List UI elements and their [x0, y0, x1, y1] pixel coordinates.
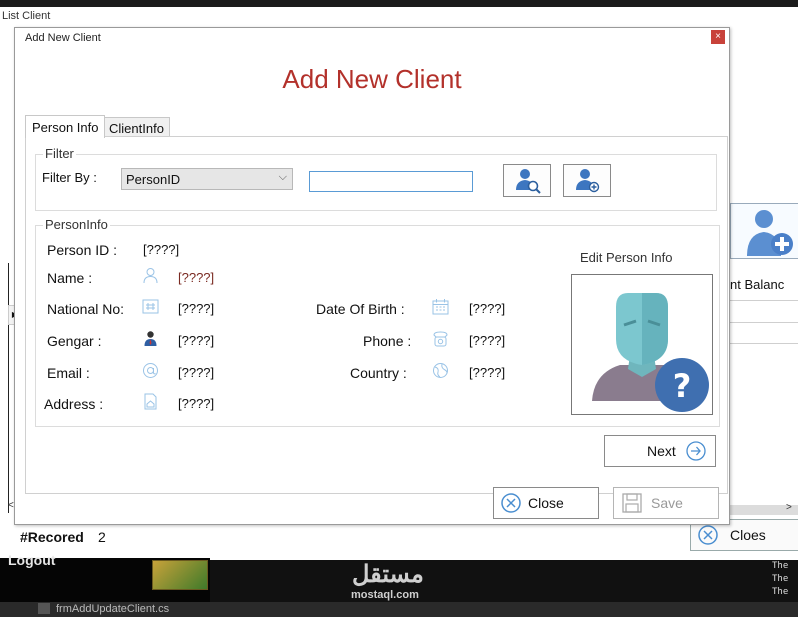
list-row-divider — [726, 343, 798, 344]
console-line: The — [772, 574, 789, 584]
logout-link[interactable]: Logout — [8, 552, 55, 568]
arrow-right-circle-icon — [686, 441, 706, 461]
svg-text:?: ? — [673, 367, 692, 405]
person-info-group: PersonInfo Person ID : [????] Name : [??… — [35, 217, 720, 427]
filter-group: Filter Filter By : PersonID ⌵ — [35, 146, 717, 211]
unknown-person-icon: ? — [592, 293, 709, 412]
name-value: [????] — [178, 270, 215, 285]
filter-by-selected: PersonID — [126, 172, 181, 187]
person-info-tab-panel: Filter Filter By : PersonID ⌵ PersonInfo… — [25, 136, 728, 494]
person-outline-icon — [143, 268, 158, 284]
calendar-icon — [432, 299, 449, 315]
tab-client-info[interactable]: ClientInfo — [104, 117, 170, 138]
watermark-latin: mostaql.com — [351, 589, 419, 601]
floppy-disk-icon — [622, 493, 642, 513]
address-home-icon — [144, 393, 157, 410]
watermark-arabic: مستقل — [352, 561, 424, 588]
globe-icon — [433, 363, 448, 378]
id-card-icon — [142, 299, 159, 314]
person-info-group-title: PersonInfo — [43, 217, 110, 232]
close-circle-icon — [698, 525, 718, 545]
phone-icon — [433, 331, 448, 347]
next-button[interactable]: Next — [604, 435, 716, 467]
name-label: Name : — [47, 270, 93, 286]
add-person-icon — [747, 210, 793, 256]
find-person-icon — [516, 169, 541, 194]
record-count-label: #Recored — [20, 529, 84, 545]
console-line: The — [772, 561, 789, 571]
list-row-divider — [726, 322, 798, 323]
at-sign-icon — [143, 363, 158, 378]
save-button[interactable]: Save — [613, 487, 719, 519]
tab-person-info-label: Person Info — [32, 120, 99, 135]
add-person-icon — [576, 169, 600, 193]
scroll-left-arrow-icon[interactable]: < — [8, 500, 14, 511]
list-close-label: Cloes — [730, 527, 766, 543]
man-icon — [144, 331, 157, 346]
phone-label: Phone : — [363, 333, 412, 349]
person-photo: ? — [571, 274, 713, 415]
ide-top-bar — [0, 0, 798, 7]
close-button-label: Close — [528, 495, 564, 511]
email-label: Email : — [47, 365, 90, 381]
edit-person-info-link[interactable]: Edit Person Info — [580, 250, 673, 265]
list-grid-border — [8, 263, 9, 513]
person-id-label: Person ID : — [47, 242, 118, 258]
close-button[interactable]: Close — [493, 487, 599, 519]
find-person-button[interactable] — [503, 164, 551, 197]
add-person-button[interactable] — [563, 164, 611, 197]
dob-value: [????] — [469, 301, 506, 316]
address-value: [????] — [178, 396, 215, 411]
dialog-window-title: Add New Client — [25, 32, 101, 44]
person-id-value: [????] — [143, 242, 180, 257]
tab-person-info[interactable]: Person Info — [25, 115, 105, 138]
dialog-close-icon[interactable]: × — [711, 30, 725, 44]
country-value: [????] — [469, 365, 506, 380]
filter-group-title: Filter — [43, 146, 76, 161]
page-title: Add New Client — [282, 64, 462, 94]
app-thumbnail — [152, 560, 208, 590]
national-no-value: [????] — [178, 301, 215, 316]
phone-value: [????] — [469, 333, 506, 348]
country-label: Country : — [350, 365, 407, 381]
next-button-label: Next — [647, 443, 676, 459]
national-no-label: National No: — [47, 301, 125, 317]
email-value: [????] — [178, 365, 215, 380]
console-line: The — [772, 587, 789, 597]
address-label: Address : — [44, 396, 104, 412]
filter-by-label: Filter By : — [42, 170, 97, 185]
gender-label: Gengar : — [47, 333, 102, 349]
scroll-right-arrow-icon[interactable]: > — [786, 502, 792, 513]
dob-label: Date Of Birth : — [316, 301, 405, 317]
gender-value: [????] — [178, 333, 215, 348]
file-tab[interactable]: frmAddUpdateClient.cs — [56, 603, 169, 615]
add-new-client-dialog: Add New Client × Add New Client Person I… — [14, 27, 730, 525]
list-add-client-button[interactable] — [730, 203, 798, 259]
filter-by-select[interactable]: PersonID ⌵ — [121, 168, 293, 190]
tab-client-info-label: ClientInfo — [109, 121, 164, 136]
record-count-value: 2 — [98, 529, 106, 545]
save-button-label: Save — [651, 495, 683, 511]
csharp-file-icon — [38, 603, 50, 614]
list-window-title: List Client — [2, 10, 51, 22]
chevron-down-icon: ⌵ — [278, 171, 287, 183]
balance-column-header: nt Balanc — [730, 277, 785, 292]
list-row-divider — [726, 300, 798, 301]
close-circle-icon — [501, 493, 521, 513]
filter-search-input[interactable] — [309, 171, 473, 192]
output-console: The The The — [772, 560, 798, 606]
